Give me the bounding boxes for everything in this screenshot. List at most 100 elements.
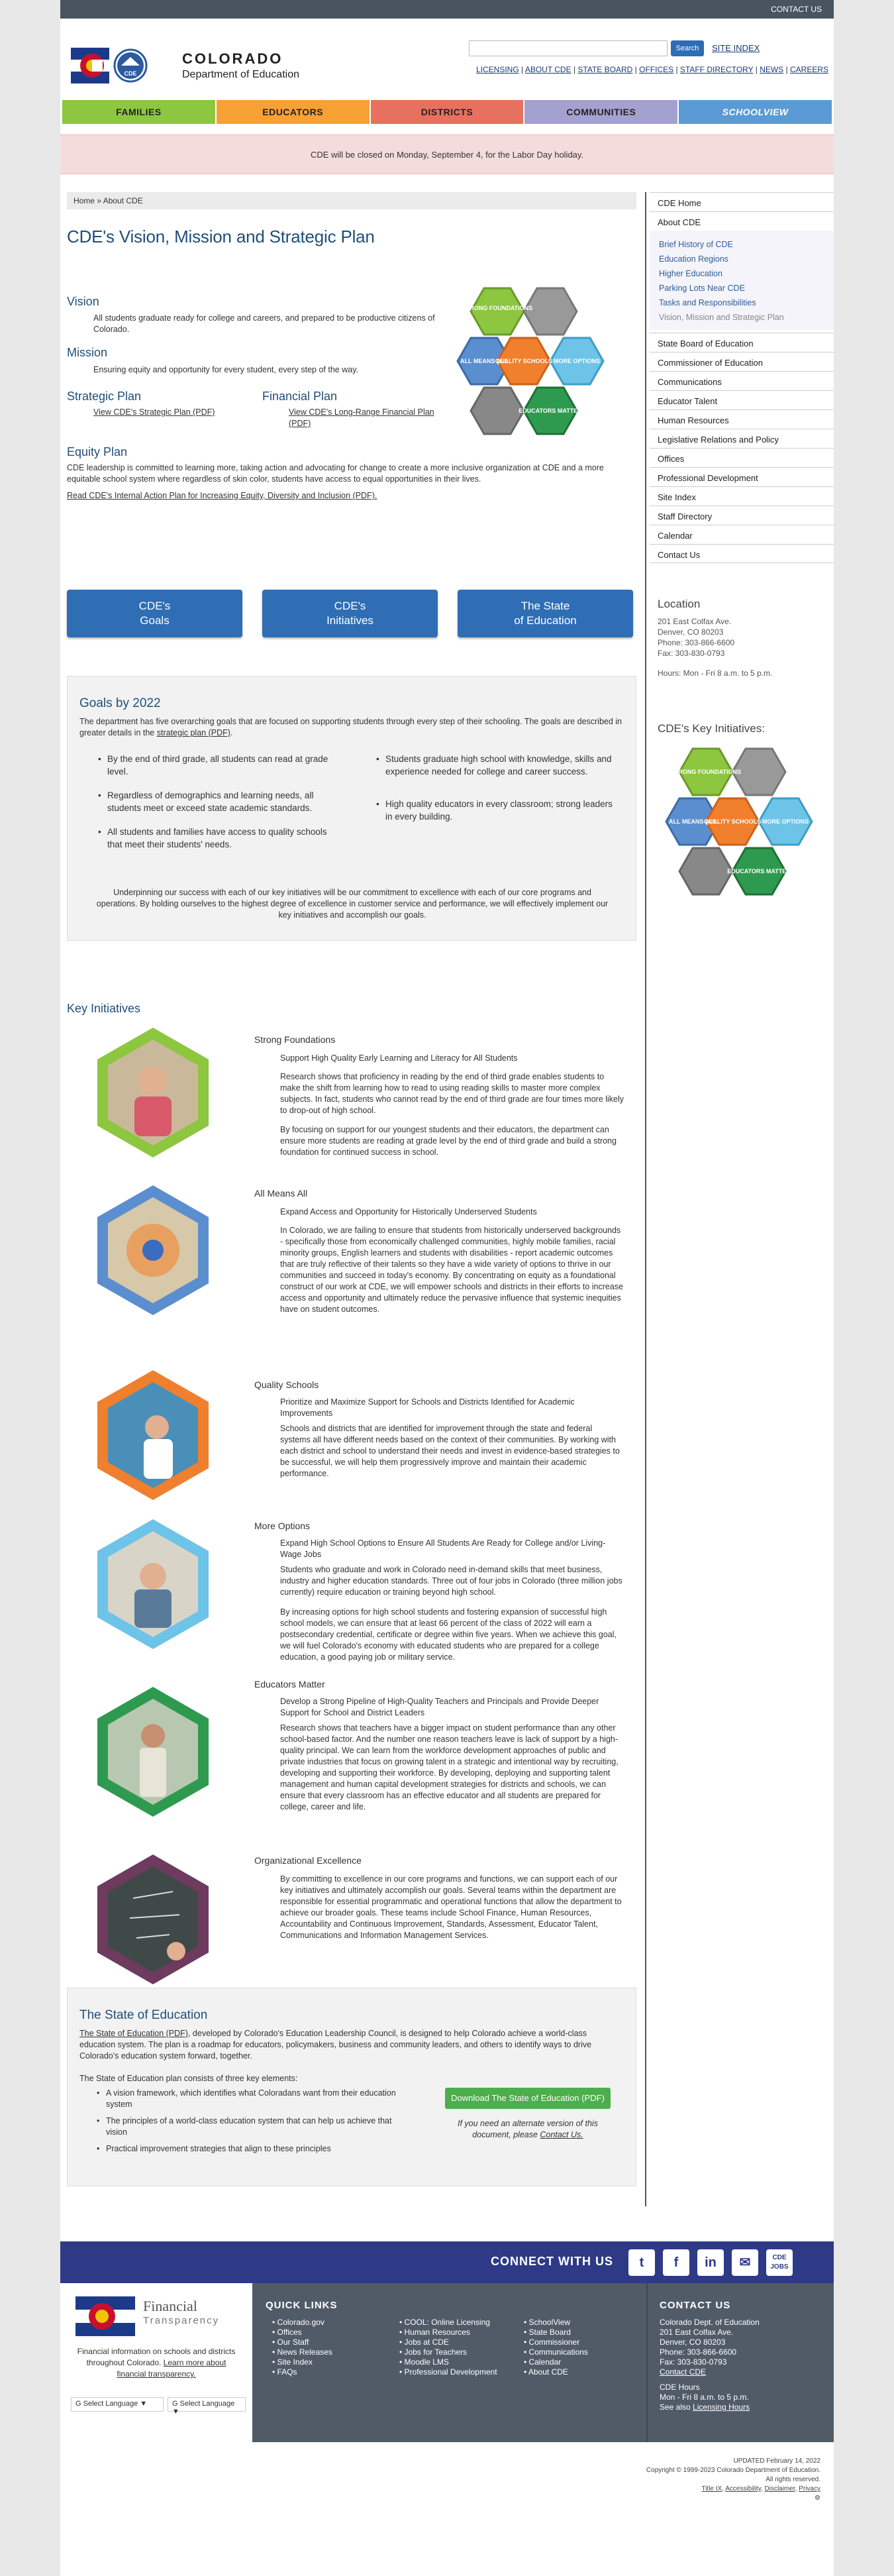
key-initiatives-hex-graphic[interactable]: STRONG FOUNDATIONS ALL MEANS ALL QUALITY… [454, 285, 613, 444]
strategic-plan-link[interactable]: View CDE's Strategic Plan (PDF) [93, 407, 246, 418]
sidebar-item-commissioner[interactable]: Commissioner of Education [650, 352, 834, 371]
footer-link-jobs-at-cde[interactable]: Jobs at CDE [399, 2337, 512, 2347]
nav-schoolview[interactable]: SCHOOLVIEW [679, 100, 832, 124]
top-utility-bar: CONTACT US [60, 0, 834, 19]
state-pdf-link[interactable]: The State of Education (PDF) [79, 2029, 188, 2038]
sidebar-item-calendar[interactable]: Calendar [650, 525, 834, 544]
select-language-dropdown-2[interactable]: G Select Language ▼ [168, 2397, 246, 2416]
sidebar-item-site-index[interactable]: Site Index [650, 486, 834, 506]
footer-link-colorado-gov[interactable]: Colorado.gov [272, 2318, 332, 2328]
initiative-subtitle: Expand High School Options to Ensure All… [280, 1538, 606, 1559]
nav-communities[interactable]: COMMUNITIES [524, 100, 678, 124]
state-of-education-button[interactable]: The State of Education [458, 590, 633, 637]
nav-families[interactable]: FAMILIES [62, 100, 215, 124]
footer-link-calendar[interactable]: Calendar [524, 2357, 588, 2367]
sidebar-item-human-resources[interactable]: Human Resources [650, 409, 834, 429]
sidebar-item-offices[interactable]: Offices [650, 448, 834, 467]
contact-line-5: Fax: 303-830-0793 [660, 2357, 727, 2367]
download-state-of-education-button[interactable]: Download The State of Education (PDF) [445, 2088, 611, 2109]
goals-heading: Goals by 2022 [79, 696, 161, 710]
search-button[interactable]: Search [671, 40, 704, 56]
search-input[interactable] [469, 40, 668, 56]
careers-link[interactable]: CAREERS [790, 65, 828, 74]
sidebar-item-about-cde[interactable]: About CDE [650, 211, 834, 231]
title-ix-link[interactable]: Title IX [701, 2485, 722, 2493]
goals-closing: Underpinning our success with each of ou… [96, 888, 609, 920]
cde-initiatives-line2: Initiatives [326, 614, 373, 627]
sidebar-item-state-board[interactable]: State Board of Education [650, 333, 834, 352]
nav-educators[interactable]: EDUCATORS [216, 100, 370, 124]
email-icon[interactable]: ✉ [732, 2249, 758, 2276]
quick-links-heading: QUICK LINKS [266, 2300, 338, 2311]
hex-label-more-options: MORE OPTIONS [554, 358, 600, 364]
footer-link-news-releases[interactable]: News Releases [272, 2347, 332, 2357]
sidebar-sub-tasks[interactable]: Tasks and Responsibilities [659, 298, 756, 307]
goal-left-1: By the end of third grade, all students … [98, 753, 332, 778]
footer-link-about-cde[interactable]: About CDE [524, 2367, 588, 2377]
footer-link-offices[interactable]: Offices [272, 2328, 332, 2337]
linkedin-icon[interactable]: in [697, 2249, 724, 2276]
sidebar-item-staff-directory[interactable]: Staff Directory [650, 506, 834, 525]
footer-link-communications[interactable]: Communications [524, 2347, 588, 2357]
sidebar-item-legislative[interactable]: Legislative Relations and Policy [650, 429, 834, 448]
financial-plan-link[interactable]: View CDE's Long-Range Financial Plan (PD… [289, 407, 448, 429]
accessibility-link[interactable]: Accessibility [725, 2485, 761, 2493]
location-heading: Location [658, 598, 701, 610]
sidebar-hexagon-cluster-icon[interactable]: STRONG FOUNDATIONS ALL MEANS ALL QUALITY… [663, 745, 822, 904]
contact-cde-link[interactable]: Contact CDE [660, 2367, 760, 2377]
select-language-dropdown[interactable]: G Select Language ▼ [71, 2397, 164, 2412]
goals-strategic-plan-link[interactable]: strategic plan (PDF) [157, 728, 230, 737]
twitter-icon[interactable]: t [628, 2249, 655, 2276]
footer-link-site-index[interactable]: Site Index [272, 2357, 332, 2367]
cde-goals-button[interactable]: CDE's Goals [67, 590, 242, 637]
initiative-educators-matter: Educators Matter Develop a Strong Pipeli… [60, 1670, 643, 1835]
licensing-link[interactable]: LICENSING [476, 65, 519, 74]
sidebar-initiatives-heading: CDE's Key Initiatives: [658, 722, 765, 735]
contact-us-link[interactable]: Contact Us. [540, 2130, 583, 2139]
licensing-hours-link[interactable]: Licensing Hours [693, 2402, 750, 2412]
disclaimer-link[interactable]: Disclaimer [765, 2485, 795, 2493]
sidebar-sub-higher-education[interactable]: Higher Education [659, 269, 722, 278]
sidebar-sub-parking[interactable]: Parking Lots Near CDE [659, 284, 745, 293]
settings-gear-icon[interactable]: ⚙ [646, 2494, 820, 2503]
footer-link-cool[interactable]: COOL: Online Licensing [399, 2318, 512, 2328]
sidebar: CDE Home About CDE Brief History of CDE … [650, 192, 834, 2206]
privacy-link[interactable]: Privacy [799, 2485, 820, 2493]
sidebar-item-professional-development[interactable]: Professional Development [650, 467, 834, 486]
sidebar-item-contact-us[interactable]: Contact Us [650, 544, 834, 563]
footer-link-state-board[interactable]: State Board [524, 2328, 588, 2337]
goal-right-1: Students graduate high school with knowl… [376, 753, 617, 778]
about-cde-link[interactable]: ABOUT CDE [525, 65, 571, 74]
sidebar-item-communications[interactable]: Communications [650, 371, 834, 390]
sidebar-item-educator-talent[interactable]: Educator Talent [650, 390, 834, 409]
cde-hours-heading: CDE Hours [660, 2383, 700, 2392]
footer-link-commissioner[interactable]: Commissioner [524, 2337, 588, 2347]
cde-initiatives-button[interactable]: CDE's Initiatives [262, 590, 438, 637]
footer-link-jobs-for-teachers[interactable]: Jobs for Teachers [399, 2347, 512, 2357]
news-link[interactable]: NEWS [760, 65, 783, 74]
cde-jobs-icon[interactable]: CDE JOBS [766, 2249, 793, 2276]
sidebar-sub-vision-current[interactable]: Vision, Mission and Strategic Plan [659, 313, 784, 322]
footer-link-schoolview[interactable]: SchoolView [524, 2318, 588, 2328]
sidebar-item-cde-home[interactable]: CDE Home [650, 192, 834, 211]
vision-text: All students graduate ready for college … [93, 313, 435, 334]
state-element-2: The principles of a world-class educatio… [97, 2116, 397, 2138]
select-language-label: Select Language [83, 2400, 138, 2408]
facebook-icon[interactable]: f [663, 2249, 689, 2276]
staff-directory-link[interactable]: STAFF DIRECTORY [680, 65, 753, 74]
state-board-link[interactable]: STATE BOARD [577, 65, 632, 74]
sidebar-sub-history[interactable]: Brief History of CDE [659, 240, 733, 249]
offices-link[interactable]: OFFICES [639, 65, 673, 74]
footer-link-professional-development[interactable]: Professional Development [399, 2367, 512, 2377]
footer-link-human-resources[interactable]: Human Resources [399, 2328, 512, 2337]
footer-link-moodle[interactable]: Moodle LMS [399, 2357, 512, 2367]
breadcrumb[interactable]: Home » About CDE [67, 192, 636, 209]
nav-districts[interactable]: DISTRICTS [370, 100, 524, 124]
site-index-link[interactable]: SITE INDEX [712, 43, 760, 53]
footer-link-faqs[interactable]: FAQs [272, 2367, 332, 2377]
equity-plan-link[interactable]: Read CDE's Internal Action Plan for Incr… [67, 490, 636, 502]
footer-link-our-staff[interactable]: Our Staff [272, 2337, 332, 2347]
contact-us-link[interactable]: CONTACT US [771, 5, 822, 14]
sidebar-sub-regions[interactable]: Education Regions [659, 254, 728, 264]
cde-logo[interactable]: CDE COLORADO Department of Education [66, 42, 330, 89]
